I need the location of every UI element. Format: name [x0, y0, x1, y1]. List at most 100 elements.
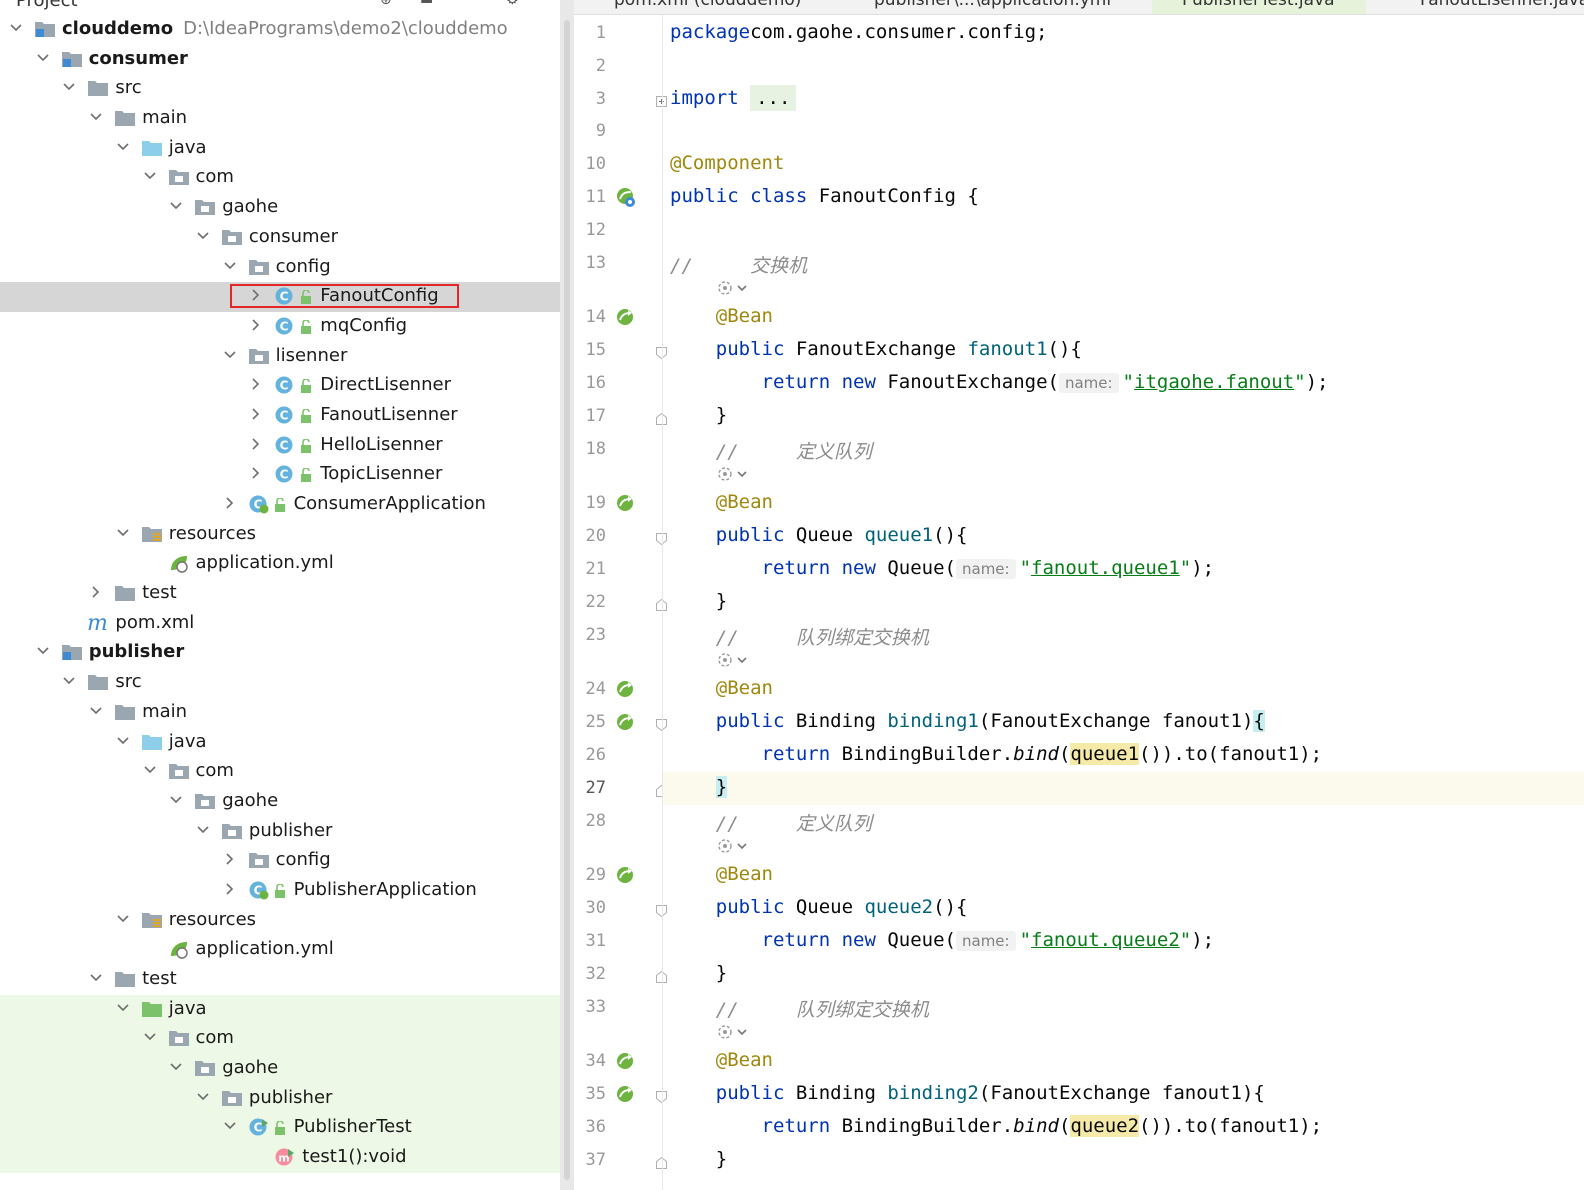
tree-row[interactable]: main — [0, 698, 560, 728]
chevron-down-icon[interactable] — [61, 79, 77, 95]
code-line[interactable]: @Bean — [663, 487, 1584, 520]
tree-row[interactable]: C FanoutLisenner — [0, 401, 560, 431]
usage-hint-line[interactable] — [663, 837, 1584, 859]
tree-row[interactable]: gaohe — [0, 1054, 560, 1084]
chevron-right-icon[interactable] — [248, 436, 264, 452]
chevron-down-icon[interactable] — [195, 228, 211, 244]
chevron-down-icon[interactable] — [115, 733, 131, 749]
code-line[interactable]: } — [663, 586, 1584, 619]
tree-row[interactable]: com — [0, 757, 560, 787]
code-line[interactable]: public class FanoutConfig { — [663, 181, 1584, 214]
code-line[interactable]: return new Queue(name: "fanout.queue1"); — [663, 553, 1584, 586]
tree-row[interactable]: main — [0, 104, 560, 134]
tree-row[interactable]: resources — [0, 906, 560, 936]
chevron-down-icon[interactable] — [222, 347, 238, 363]
usages-icon[interactable] — [717, 1023, 757, 1041]
folded-imports[interactable]: ... — [750, 84, 797, 111]
tree-row[interactable]: test — [0, 965, 560, 995]
tree-row[interactable]: test — [0, 579, 560, 609]
code-line[interactable]: public Binding binding2(FanoutExchange f… — [663, 1078, 1584, 1111]
chevron-down-icon[interactable] — [168, 792, 184, 808]
tree-row[interactable]: src — [0, 668, 560, 698]
tree-row[interactable]: C PublisherTest — [0, 1113, 560, 1144]
code-line[interactable]: } — [663, 1144, 1584, 1177]
code-line[interactable]: public Queue queue2(){ — [663, 892, 1584, 925]
chevron-down-icon[interactable] — [35, 643, 51, 659]
tree-row[interactable]: com — [0, 163, 560, 193]
code-line[interactable]: // 定义队列 — [663, 433, 1584, 466]
usage-hint-line[interactable] — [663, 279, 1584, 301]
code-line[interactable]: packagecom.gaohe.consumer.config; — [663, 17, 1584, 50]
usage-hint-line[interactable] — [663, 465, 1584, 487]
tree-row[interactable]: application.yml — [0, 935, 560, 965]
usages-icon[interactable] — [717, 279, 757, 297]
chevron-down-icon[interactable] — [115, 525, 131, 541]
tree-row[interactable]: C TopicLisenner — [0, 460, 560, 490]
tree-row[interactable]: java — [0, 994, 560, 1025]
chevron-down-icon[interactable] — [88, 109, 104, 125]
code-line[interactable]: // 队列绑定交换机 — [663, 619, 1584, 652]
code-line[interactable]: // 队列绑定交换机 — [663, 991, 1584, 1024]
tree-row[interactable]: config — [0, 253, 560, 283]
code-line[interactable]: public Queue queue1(){ — [663, 520, 1584, 553]
chevron-right-icon[interactable] — [88, 584, 104, 600]
chevron-right-icon[interactable] — [222, 881, 238, 897]
code-editor[interactable]: packagecom.gaohe.consumer.config; import … — [663, 15, 1584, 1190]
code-line[interactable]: @Component — [663, 148, 1584, 181]
code-line[interactable]: @Bean — [663, 301, 1584, 334]
code-line[interactable] — [663, 50, 1584, 83]
spring-bean-icon[interactable] — [614, 1049, 638, 1073]
chevron-down-icon[interactable] — [195, 1089, 211, 1105]
spring-bean-icon[interactable] — [614, 710, 638, 734]
usage-hint-line[interactable] — [663, 1023, 1584, 1045]
code-line[interactable]: public FanoutExchange fanout1(){ — [663, 334, 1584, 367]
chevron-down-icon[interactable] — [142, 1029, 158, 1045]
panel-scrollbar[interactable] — [560, 0, 574, 1190]
scrollbar-thumb[interactable] — [564, 20, 570, 1180]
chevron-right-icon[interactable] — [248, 317, 264, 333]
editor-tab[interactable]: FanoutLisenner.java — [1390, 0, 1584, 14]
editor-tab[interactable]: pom.xml (clouddemo) — [584, 0, 824, 14]
tree-row[interactable]: m test1():void — [0, 1143, 560, 1173]
tree-row[interactable]: application.yml — [0, 549, 560, 579]
chevron-down-icon[interactable] — [142, 168, 158, 184]
chevron-down-icon[interactable] — [195, 822, 211, 838]
chevron-down-icon[interactable] — [168, 1059, 184, 1075]
code-line[interactable] — [663, 214, 1584, 247]
tree-row[interactable]: src — [0, 74, 560, 104]
spring-bean-class-icon[interactable] — [614, 185, 638, 209]
chevron-down-icon[interactable] — [61, 673, 77, 689]
tree-row[interactable]: gaohe — [0, 193, 560, 223]
gear-icon[interactable]: ⚙ — [506, 0, 522, 8]
locate-icon[interactable]: ⊕ — [380, 0, 396, 8]
tree-row[interactable]: resources — [0, 520, 560, 550]
tree-row[interactable]: publisher — [0, 638, 560, 668]
tree-row[interactable]: java — [0, 134, 560, 164]
code-line[interactable]: import ... — [663, 83, 1584, 116]
tree-row[interactable]: publisher — [0, 817, 560, 847]
code-line[interactable]: return BindingBuilder.bind(queue1()).to(… — [663, 739, 1584, 772]
chevron-right-icon[interactable] — [248, 406, 264, 422]
spring-bean-icon[interactable] — [614, 305, 638, 329]
code-line[interactable]: @Bean — [663, 673, 1584, 706]
tree-row[interactable]: consumer — [0, 45, 560, 75]
tree-row[interactable]: C DirectLisenner — [0, 371, 560, 401]
chevron-right-icon[interactable] — [222, 495, 238, 511]
chevron-down-icon[interactable] — [222, 258, 238, 274]
spring-bean-icon[interactable] — [614, 677, 638, 701]
chevron-down-icon[interactable] — [8, 20, 24, 36]
spring-bean-icon[interactable] — [614, 1082, 638, 1106]
tree-row[interactable]: consumer — [0, 223, 560, 253]
usage-hint-line[interactable] — [663, 651, 1584, 673]
code-line[interactable]: return BindingBuilder.bind(queue2()).to(… — [663, 1111, 1584, 1144]
tree-row[interactable]: C HelloLisenner — [0, 431, 560, 461]
spring-bean-icon[interactable] — [614, 863, 638, 887]
code-line[interactable]: } — [663, 771, 1584, 805]
tree-row[interactable]: C PublisherApplication — [0, 876, 560, 906]
usages-icon[interactable] — [717, 465, 757, 483]
chevron-right-icon[interactable] — [248, 376, 264, 392]
chevron-down-icon[interactable] — [35, 50, 51, 66]
tree-row[interactable]: com — [0, 1024, 560, 1055]
chevron-down-icon[interactable] — [115, 1000, 131, 1016]
usages-icon[interactable] — [717, 837, 757, 855]
